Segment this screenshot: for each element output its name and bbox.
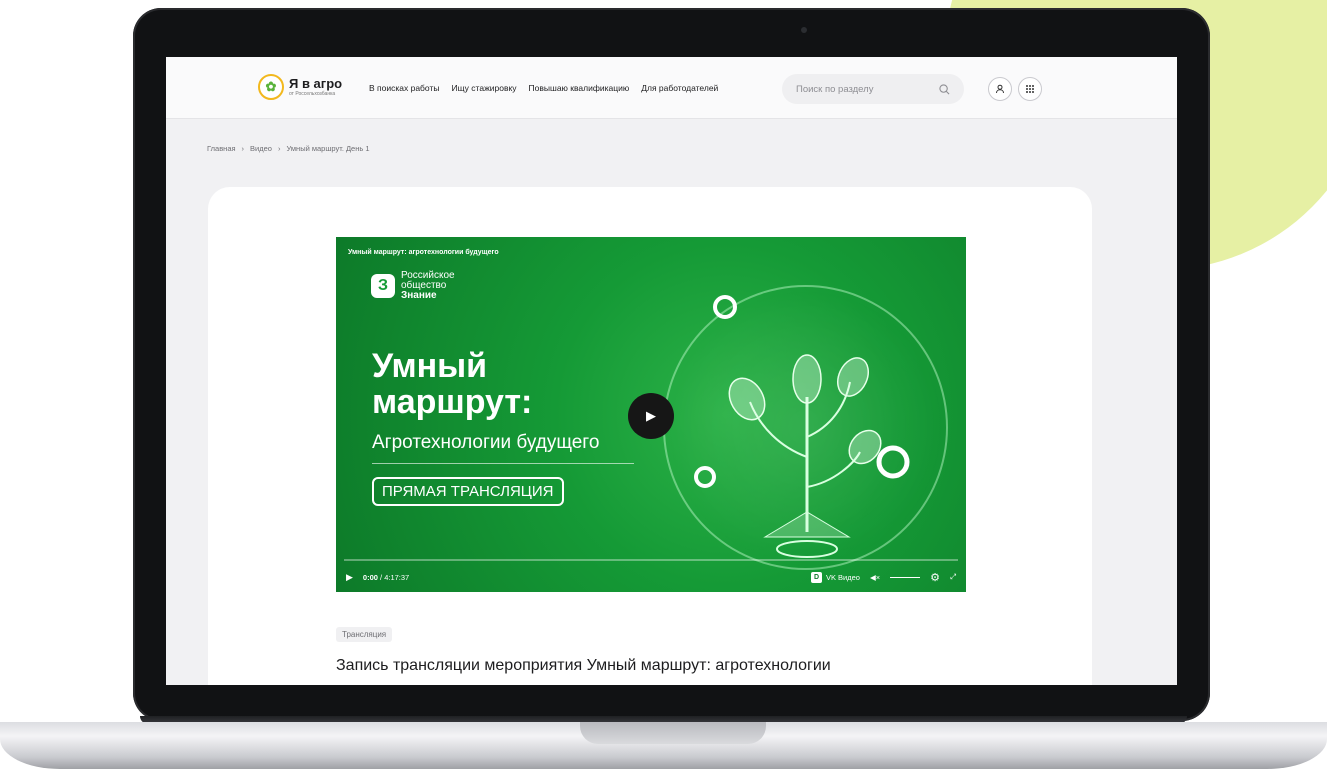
play-button[interactable]: ▶ [628, 393, 674, 439]
search-icon[interactable] [939, 83, 950, 95]
video-time: 0:00 / 4:17:37 [362, 572, 410, 582]
settings-gear-icon[interactable]: ⚙ [930, 571, 940, 584]
time-current: 0:00 [362, 572, 378, 582]
vk-video-link[interactable]: D VK Видео [810, 571, 860, 583]
video-subheading: Агротехнологии будущего [372, 432, 600, 453]
volume-muted-icon[interactable]: ◀× [870, 573, 880, 582]
breadcrumb-current: Умный маршрут. День 1 [286, 144, 370, 153]
breadcrumb-separator: › [277, 144, 281, 153]
nav-item-internship[interactable]: Ищу стажировку [451, 83, 516, 93]
org-logo: З Российское общество Знание [371, 271, 455, 301]
user-icon[interactable] [988, 77, 1012, 101]
znanie-logo-icon: З [371, 274, 395, 298]
site-logo[interactable]: ✿ Я в агро от Россельхозбанка [258, 74, 342, 100]
volume-slider[interactable] [890, 576, 921, 578]
time-total: 4:17:37 [384, 572, 410, 582]
breadcrumb: Главная › Видео › Умный маршрут. День 1 [207, 144, 370, 153]
provider-label: VK Видео [825, 572, 860, 582]
breadcrumb-video[interactable]: Видео [250, 144, 272, 153]
video-heading-line-1: Умный [372, 347, 488, 385]
main-nav: В поисках работы Ищу стажировку Повышаю … [369, 83, 718, 93]
play-icon[interactable]: ▶ [346, 572, 353, 583]
breadcrumb-home[interactable]: Главная [207, 144, 236, 153]
plant-illustration [663, 285, 948, 570]
video-divider [372, 463, 634, 464]
grid-menu-icon[interactable] [1018, 77, 1042, 101]
page-stage: ✿ Я в агро от Россельхозбанка В поисках … [0, 0, 1327, 769]
article-title: Запись трансляции мероприятия Умный марш… [336, 657, 831, 674]
logo-subtitle: от Россельхозбанка [289, 91, 336, 97]
nav-item-job-search[interactable]: В поисках работы [369, 83, 439, 93]
live-badge: ПРЯМАЯ ТРАНСЛЯЦИЯ [372, 477, 564, 506]
search-input[interactable]: Поиск по разделу [782, 74, 964, 104]
laptop-notch [580, 722, 766, 744]
video-progress-bar[interactable] [344, 559, 958, 561]
fullscreen-icon[interactable]: ⤢ [950, 572, 956, 582]
breadcrumb-separator: › [241, 144, 245, 153]
nav-item-qualification[interactable]: Повышаю квалификацию [529, 83, 630, 93]
video-heading-line-2: маршрут: [372, 382, 533, 421]
org-line-3: Знание [401, 290, 437, 301]
video-player[interactable]: Умный маршрут: агротехнологии будущего З… [336, 237, 966, 592]
logo-name: Я в агро [289, 76, 343, 91]
site-header: ✿ Я в агро от Россельхозбанка В поисках … [166, 57, 1177, 119]
plant-icon [694, 295, 910, 558]
vk-logo-icon: D [810, 571, 822, 583]
video-controls: ▶ 0:00 / 4:17:37 D VK Видео ◀× ⚙ ⤢ [346, 570, 956, 584]
video-heading: Умный маршрут: [372, 347, 533, 421]
camera-dot [801, 27, 807, 33]
nav-item-employers[interactable]: Для работодателей [641, 83, 718, 93]
logo-leaf-icon: ✿ [258, 74, 284, 100]
category-tag[interactable]: Трансляция [336, 627, 393, 642]
video-title: Умный маршрут: агротехнологии будущего [348, 249, 499, 256]
search-placeholder: Поиск по разделу [796, 83, 874, 95]
browser-screen: ✿ Я в агро от Россельхозбанка В поисках … [166, 57, 1177, 685]
